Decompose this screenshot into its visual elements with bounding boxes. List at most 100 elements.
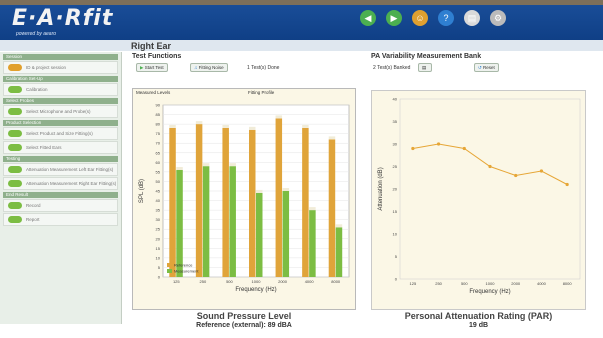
sidebar-section-title: Testing bbox=[3, 156, 118, 162]
reset-button[interactable]: ↺ Reset bbox=[474, 63, 499, 72]
sidebar-item[interactable]: Select Microphone and Probe(s) bbox=[3, 105, 118, 118]
sidebar-item[interactable]: Attenuation Measurement Right Ear Fittin… bbox=[3, 177, 118, 190]
y-tick-label: 30 bbox=[156, 217, 161, 222]
users-icon[interactable]: ☺ bbox=[412, 10, 428, 26]
reset-label: Reset bbox=[483, 65, 495, 70]
sidebar-item-label: Record bbox=[26, 203, 41, 208]
sidebar-section: End Result Record Report bbox=[3, 192, 118, 226]
x-tick-label: 1000 bbox=[486, 281, 496, 286]
bar-cap bbox=[309, 207, 316, 211]
play-icon: ▶ bbox=[140, 65, 144, 70]
sidebar-section-title: Select Probes bbox=[3, 98, 118, 104]
start-test-label: Start Test bbox=[144, 65, 164, 70]
bar-cap bbox=[335, 224, 343, 228]
status-toggle-icon bbox=[8, 166, 22, 173]
settings-icon[interactable]: ⚙ bbox=[490, 10, 506, 26]
print-icon[interactable]: ▤ bbox=[464, 10, 480, 26]
window-title-strip bbox=[0, 0, 603, 5]
y-tick-label: 0 bbox=[158, 275, 161, 280]
bar-reference bbox=[328, 139, 336, 277]
sidebar-item[interactable]: Record bbox=[3, 199, 118, 212]
sidebar-item[interactable]: Attenuation Measurement Left Ear Fitting… bbox=[3, 163, 118, 176]
data-point bbox=[565, 182, 569, 187]
sidebar-item[interactable]: ID & project session bbox=[3, 61, 118, 74]
sidebar-section: Product Selection Select Product and Size… bbox=[3, 120, 118, 154]
fitting-noise-button[interactable]: ♫ Fitting Noise bbox=[190, 63, 228, 72]
x-tick-label: 8000 bbox=[563, 281, 573, 286]
y-tick-label: 10 bbox=[156, 255, 161, 260]
y-axis-label: Attenuation (dB) bbox=[378, 167, 384, 210]
sidebar-item[interactable]: Select Fitted Ears bbox=[3, 141, 118, 154]
bar-reference bbox=[169, 127, 176, 277]
status-toggle-icon bbox=[8, 144, 22, 151]
back-icon[interactable]: ◀ bbox=[360, 10, 376, 26]
y-tick-label: 55 bbox=[156, 169, 161, 174]
status-toggle-icon bbox=[8, 216, 22, 223]
forward-icon[interactable]: ▶ bbox=[386, 10, 402, 26]
bank-icon: ▤ bbox=[422, 65, 427, 70]
x-tick-label: 125 bbox=[173, 279, 180, 284]
bar-cap bbox=[176, 166, 183, 170]
spl-title: Sound Pressure Level bbox=[196, 311, 292, 321]
y-tick-label: 80 bbox=[156, 122, 161, 127]
sidebar-section: Testing Attenuation Measurement Left Ear … bbox=[3, 156, 118, 190]
y-tick-label: 35 bbox=[393, 119, 398, 124]
data-point bbox=[436, 142, 441, 146]
start-test-button[interactable]: ▶ Start Test bbox=[136, 63, 168, 72]
status-toggle-icon bbox=[8, 180, 22, 187]
legend-label: Measurement bbox=[174, 269, 199, 274]
bar-cap bbox=[195, 121, 203, 125]
sidebar-item-label: Attenuation Measurement Right Ear Fittin… bbox=[26, 181, 117, 186]
x-tick-label: 500 bbox=[461, 281, 468, 286]
bar-cap bbox=[328, 136, 336, 140]
bar-measurement bbox=[229, 166, 236, 277]
bar-reference bbox=[195, 124, 203, 277]
reset-icon: ↺ bbox=[478, 65, 482, 70]
bar-measurement bbox=[335, 227, 343, 277]
data-point bbox=[462, 146, 466, 151]
title-bar bbox=[0, 40, 603, 51]
sidebar-section: Session ID & project session bbox=[3, 54, 118, 74]
y-tick-label: 70 bbox=[156, 141, 161, 146]
y-tick-label: 35 bbox=[156, 208, 161, 213]
help-icon[interactable]: ? bbox=[438, 10, 454, 26]
bar-cap bbox=[249, 126, 256, 130]
legend-swatch bbox=[167, 269, 172, 273]
y-tick-label: 5 bbox=[395, 254, 398, 259]
sidebar-item[interactable]: Report bbox=[3, 213, 118, 226]
sidebar-item[interactable]: Calibration bbox=[3, 83, 118, 96]
sidebar-section-title: End Result bbox=[3, 192, 118, 198]
bar-cap bbox=[222, 124, 229, 128]
y-tick-label: 90 bbox=[156, 103, 161, 108]
status-toggle-icon bbox=[8, 108, 22, 115]
y-tick-label: 15 bbox=[156, 246, 161, 251]
y-tick-label: 30 bbox=[393, 142, 398, 147]
y-tick-label: 10 bbox=[393, 232, 398, 237]
sidebar-item-label: Select Product and Size Fitting(s) bbox=[26, 131, 93, 136]
bar-measurement bbox=[256, 192, 263, 277]
legend-label: Reference bbox=[174, 263, 193, 268]
x-tick-label: 125 bbox=[410, 281, 417, 286]
y-tick-label: 0 bbox=[395, 277, 398, 282]
sidebar-item[interactable]: Select Product and Size Fitting(s) bbox=[3, 127, 118, 140]
data-point bbox=[539, 169, 544, 173]
bank-icon-button[interactable]: ▤ bbox=[418, 63, 432, 72]
tests-banked-text: 2 Test(s) Banked bbox=[373, 65, 411, 71]
noise-icon: ♫ bbox=[194, 65, 198, 70]
toolbar-icons: ◀ ▶ ☺? ▤ ⚙ bbox=[360, 10, 506, 26]
data-point bbox=[488, 164, 492, 169]
x-tick-label: 250 bbox=[200, 279, 207, 284]
test-functions-label: Test Functions bbox=[132, 53, 182, 60]
x-axis-label: Frequency (Hz) bbox=[235, 287, 276, 293]
y-tick-label: 65 bbox=[156, 150, 161, 155]
sidebar-item-label: Select Fitted Ears bbox=[26, 145, 62, 150]
attenuation-chart-panel: 0 5 10 15 20 25 30 35 40 125 250 500 1000 2000 4000 800… bbox=[371, 90, 586, 310]
sidebar-section-title: Session bbox=[3, 54, 118, 60]
sidebar-item-label: Report bbox=[26, 217, 40, 222]
fitting-noise-label: Fitting Noise bbox=[198, 65, 224, 70]
x-tick-label: 2000 bbox=[278, 279, 288, 284]
data-point bbox=[411, 146, 415, 151]
bar-reference bbox=[249, 129, 256, 277]
sidebar-section: Calibration Set-Up Calibration bbox=[3, 76, 118, 96]
spl-chart-panel: 0 5 10 15 20 25 30 35 40 45 50 55 60 65 70 75 80 85 90 125 2… bbox=[132, 88, 356, 310]
